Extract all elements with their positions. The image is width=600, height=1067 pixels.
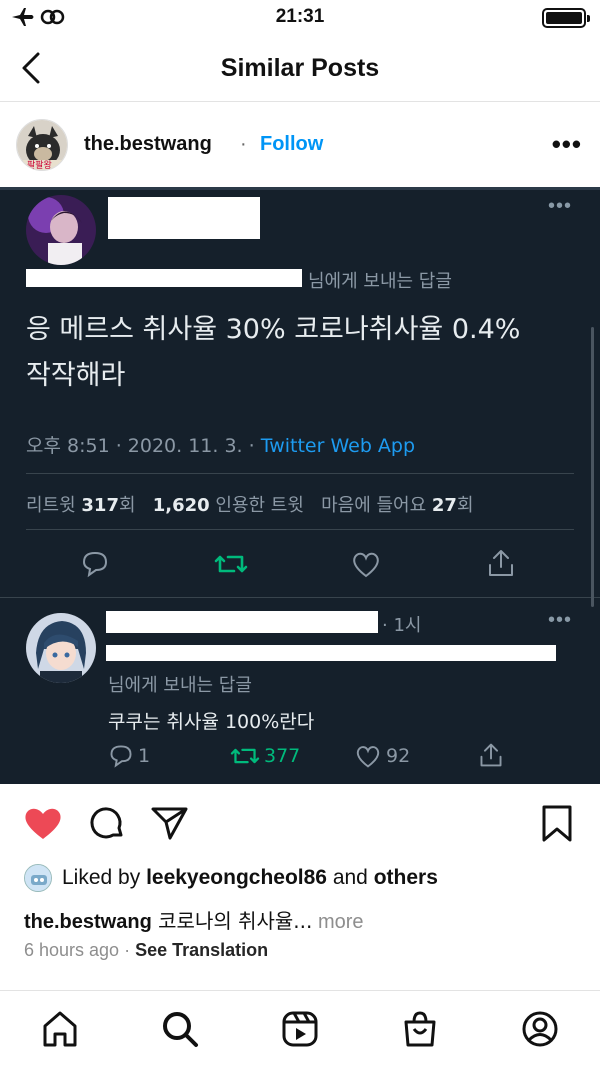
like-button[interactable] — [22, 804, 64, 847]
see-translation-link[interactable]: See Translation — [135, 940, 268, 960]
post-actions — [0, 800, 600, 850]
search-icon — [163, 1012, 198, 1047]
caption-username[interactable]: the.bestwang — [24, 911, 152, 933]
liked-by-and: and — [326, 866, 374, 889]
profile-icon — [522, 1011, 558, 1047]
tweet-retweet-icon — [214, 549, 248, 584]
page-title: Similar Posts — [220, 54, 380, 82]
nav-home[interactable] — [40, 1009, 80, 1054]
follow-button[interactable]: Follow — [260, 133, 323, 156]
reply-reply-icon — [108, 743, 134, 774]
redacted-reply-name — [106, 611, 378, 633]
reply-to-label: 님에게 보내는 답글 — [308, 271, 452, 292]
reply-text: 쿠쿠는 취사율 100%란다 — [108, 711, 315, 733]
tweet-author-avatar — [26, 195, 96, 265]
reply-time: · 1시 — [382, 615, 422, 636]
post-age: 6 hours ago — [24, 940, 120, 960]
quote-label: 인용한 트윗 — [209, 495, 304, 516]
share-button[interactable] — [150, 804, 190, 847]
caption-more-link[interactable]: more — [312, 911, 364, 933]
tweet-source: Twitter Web App — [260, 435, 416, 457]
tweet-timestamp: 오후 8:51 · 2020. 11. 3. · — [26, 435, 261, 457]
reels-icon — [282, 1011, 318, 1047]
bookmark-icon — [542, 805, 572, 842]
liked-by-others[interactable]: others — [374, 866, 438, 889]
timestamp-separator: · — [119, 940, 136, 960]
like-label: 마음에 들어요 — [321, 495, 432, 516]
nav-reels[interactable] — [280, 1009, 320, 1054]
post-author-row: 팔팔왕 the.bestwang · Follow ••• — [0, 103, 600, 187]
author-username[interactable]: the.bestwang — [84, 133, 212, 156]
avatar-label: 팔팔왕 — [27, 161, 52, 171]
reply-reply-count: 1 — [138, 745, 151, 767]
reply-share-icon — [478, 741, 504, 774]
battery-icon — [542, 8, 590, 28]
tweet-text-line-2: 작작해라 — [26, 360, 126, 391]
status-bar: 21:31 — [0, 0, 600, 36]
reply-more-icon: ••• — [547, 609, 572, 631]
reply-author-avatar — [26, 613, 96, 683]
liker-username[interactable]: leekyeongcheol86 — [146, 866, 327, 889]
separator-dot: · — [240, 133, 247, 155]
author-avatar[interactable]: 팔팔왕 — [16, 119, 68, 171]
retweet-unit: 회 — [118, 495, 136, 516]
tweet-meta: 오후 8:51 · 2020. 11. 3. · Twitter Web App — [26, 431, 415, 458]
save-button[interactable] — [540, 804, 574, 849]
retweet-count: 317 — [81, 495, 119, 516]
shopping-bag-icon — [404, 1011, 436, 1047]
reply-retweet-icon — [230, 743, 260, 774]
caption-text: 코로나의 취사율... — [151, 909, 313, 933]
bottom-nav — [0, 990, 600, 1067]
top-header: Similar Posts — [0, 36, 600, 102]
tweet-reply-icon — [80, 549, 110, 584]
post-caption: the.bestwang 코로나의 취사율... more — [24, 905, 364, 934]
tweet-stats: 리트윗 317회 1,620 인용한 트윗 마음에 들어요 27회 — [26, 491, 474, 517]
nav-shop[interactable] — [400, 1009, 440, 1054]
post-options-icon[interactable]: ••• — [552, 129, 582, 160]
liked-by-row: Liked by leekyeongcheol86 and others — [24, 862, 584, 894]
reply-retweet-count: 377 — [264, 745, 301, 767]
home-icon — [43, 1011, 77, 1047]
image-scrollbar — [591, 327, 594, 607]
redacted-reply-handle — [106, 645, 556, 661]
reply-to-label-2: 님에게 보내는 답글 — [108, 675, 252, 696]
comment-button[interactable] — [88, 804, 126, 847]
like-count: 27 — [431, 495, 457, 516]
redacted-reply-to — [26, 269, 302, 287]
tweet-share-icon — [486, 547, 516, 584]
tweet-like-icon — [350, 549, 382, 584]
heart-filled-icon — [25, 808, 61, 839]
reply-like-count: 92 — [386, 745, 411, 767]
post-timestamp-row: 6 hours ago · See Translation — [24, 940, 268, 961]
liked-by-prefix: Liked by — [62, 866, 147, 889]
like-unit: 회 — [456, 495, 474, 516]
post-image[interactable]: ••• 님에게 보내는 답글 응 메르스 취사율 30% 코로나취사율 0.4%… — [0, 187, 600, 784]
paper-plane-icon — [151, 807, 188, 840]
nav-search[interactable] — [160, 1009, 200, 1054]
tweet-text-line-1: 응 메르스 취사율 30% 코로나취사율 0.4% — [26, 314, 521, 345]
retweet-label: 리트윗 — [26, 495, 82, 516]
reply-like-icon — [354, 743, 382, 774]
tweet-more-icon: ••• — [547, 195, 572, 217]
status-time: 21:31 — [275, 6, 325, 27]
nav-profile[interactable] — [520, 1009, 560, 1054]
comment-icon — [90, 807, 123, 839]
redacted-name — [108, 197, 260, 239]
quote-count: 1,620 — [152, 495, 210, 516]
liker-avatar[interactable] — [24, 864, 52, 892]
